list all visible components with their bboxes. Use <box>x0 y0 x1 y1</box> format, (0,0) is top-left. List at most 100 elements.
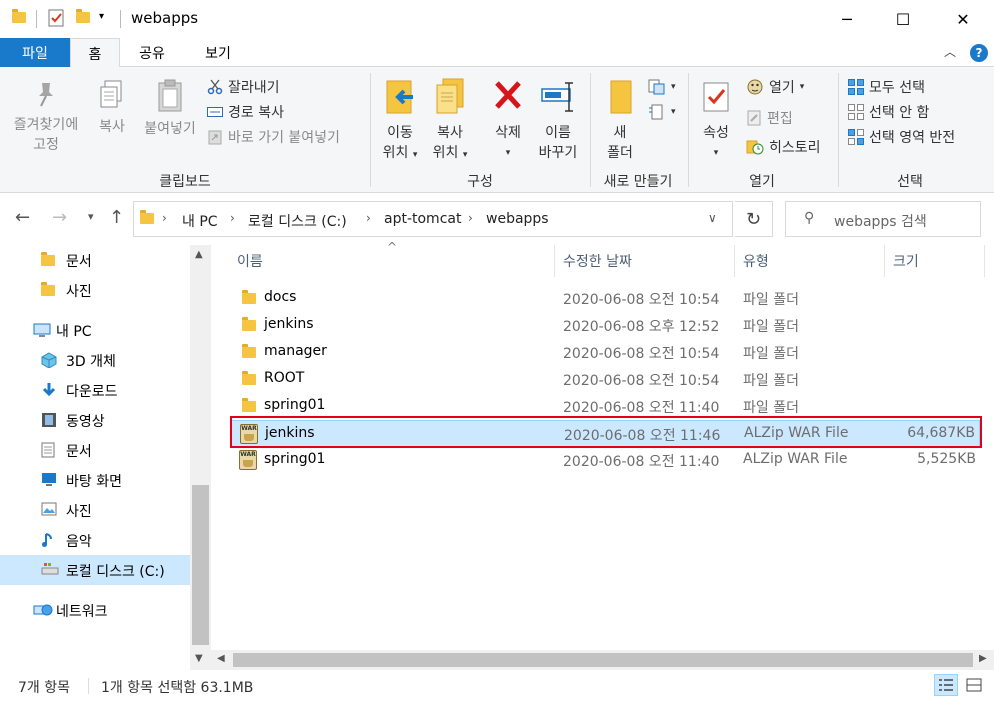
open-button[interactable]: 열기 ▾ <box>746 75 804 99</box>
nav-item-label: 음악 <box>66 534 92 550</box>
large-icons-view-icon[interactable] <box>962 674 986 696</box>
history-button[interactable]: 히스토리 <box>746 135 821 159</box>
scroll-down-icon[interactable]: ▼ <box>195 653 203 664</box>
refresh-icon[interactable]: ↻ <box>735 201 773 237</box>
help-button[interactable]: ? <box>970 44 988 62</box>
rename-button[interactable]: 이름 바꾸기 <box>534 77 582 163</box>
nav-item[interactable]: 음악 <box>0 525 190 555</box>
tab-file[interactable]: 파일 <box>0 38 70 67</box>
edit-button[interactable]: 편집 <box>746 106 793 130</box>
divider <box>88 678 89 694</box>
nav-item[interactable]: 바탕 화면 <box>0 465 190 495</box>
horizontal-scrollbar-thumb[interactable] <box>233 653 973 667</box>
pin-to-quick-access-button[interactable]: 즐겨찾기에 고정 <box>6 79 86 155</box>
properties-quick-access-icon[interactable] <box>48 9 64 31</box>
scroll-right-icon[interactable]: ▶ <box>979 653 987 664</box>
divider[interactable] <box>734 245 735 277</box>
file-row[interactable]: WAR spring01 2020-06-08 오전 11:40 ALZip WAR … <box>230 447 980 474</box>
status-item-count: 7개 항목 <box>18 680 70 696</box>
select-none-button[interactable]: 선택 안 함 <box>848 100 929 124</box>
properties-button[interactable]: 속성 ▾ <box>696 77 736 163</box>
nav-item[interactable]: 사진 <box>0 495 190 525</box>
nav-item[interactable]: 로컬 디스크 (C:) <box>0 555 190 585</box>
tab-view[interactable]: 보기 <box>184 38 252 67</box>
search-input[interactable]: ⚲ webapps 검색 <box>785 201 981 237</box>
nav-item[interactable]: 문서 <box>0 435 190 465</box>
customize-quick-access-icon[interactable]: ▾ <box>99 11 104 22</box>
delete-x-icon <box>495 81 521 109</box>
chevron-up-icon[interactable]: ︿ <box>944 43 956 60</box>
recent-locations-icon[interactable]: ▾ <box>88 210 94 223</box>
scissors-icon <box>207 79 223 95</box>
chevron-right-icon[interactable]: › <box>162 211 167 225</box>
breadcrumb-apt-tomcat[interactable]: apt-tomcat <box>384 211 461 227</box>
nav-item[interactable]: 동영상 <box>0 405 190 435</box>
paste-shortcut-button[interactable]: 바로 가기 붙여넣기 <box>207 125 340 149</box>
file-modified: 2020-06-08 오전 11:40 <box>563 454 720 470</box>
nav-scrollbar-thumb[interactable] <box>192 485 209 645</box>
move-to-button[interactable]: 이동 위치 ▾ <box>378 77 422 165</box>
copy-to-button[interactable]: 복사 위치 ▾ <box>428 77 472 165</box>
divider[interactable] <box>884 245 885 277</box>
select-all-button[interactable]: 모두 선택 <box>848 75 925 99</box>
file-type: 파일 폴더 <box>743 292 799 308</box>
column-header-type[interactable]: 유형 <box>743 245 769 277</box>
scroll-left-icon[interactable]: ◀ <box>217 653 225 664</box>
file-row[interactable]: manager 2020-06-08 오전 10:54 파일 폴더 <box>230 339 980 366</box>
pin-label-line2: 고정 <box>33 137 59 153</box>
file-row[interactable]: docs 2020-06-08 오전 10:54 파일 폴더 <box>230 285 980 312</box>
new-folder-quick-access-icon[interactable] <box>76 9 90 23</box>
maximize-button[interactable]: ☐ <box>880 0 926 38</box>
forward-arrow-icon[interactable]: → <box>52 207 67 228</box>
nav-item[interactable]: 내 PC <box>0 315 190 345</box>
nav-item[interactable]: 네트워크 <box>0 595 190 625</box>
file-row[interactable]: spring01 2020-06-08 오전 11:40 파일 폴더 <box>230 393 980 420</box>
cut-button[interactable]: 잘라내기 <box>207 75 280 99</box>
close-button[interactable]: ✕ <box>940 0 986 38</box>
chevron-right-icon[interactable]: › <box>468 211 473 225</box>
nav-item[interactable]: 3D 개체 <box>0 345 190 375</box>
nav-item[interactable]: 문서 <box>0 245 190 275</box>
address-bar[interactable]: › 내 PC › 로컬 디스크 (C:) › apt-tomcat › weba… <box>133 201 733 237</box>
divider[interactable] <box>984 245 985 277</box>
file-row[interactable]: WAR jenkins 2020-06-08 오전 11:46 ALZip WAR F… <box>230 420 980 447</box>
copy-button[interactable]: 복사 <box>90 79 134 137</box>
divider[interactable] <box>554 245 555 277</box>
nav-item[interactable]: 사진 <box>0 275 190 305</box>
nav-item[interactable]: 다운로드 <box>0 375 190 405</box>
nav-item-label: 3D 개체 <box>66 354 116 370</box>
up-arrow-icon[interactable]: ↑ <box>109 207 124 228</box>
easy-access-button[interactable]: ▾ <box>648 100 676 124</box>
new-item-button[interactable]: ▾ <box>648 75 676 99</box>
tab-home[interactable]: 홈 <box>70 38 120 68</box>
new-folder-button[interactable]: 새 폴더 <box>598 77 642 163</box>
scroll-up-icon[interactable]: ▲ <box>195 249 203 260</box>
folder-icon <box>242 317 256 331</box>
tab-share[interactable]: 공유 <box>120 38 184 67</box>
chevron-right-icon[interactable]: › <box>230 211 235 225</box>
breadcrumb-this-pc[interactable]: 내 PC <box>182 211 218 231</box>
minimize-button[interactable]: ─ <box>824 0 870 38</box>
move-to-icon <box>386 80 413 114</box>
delete-button[interactable]: 삭제 ▾ <box>486 77 530 163</box>
group-label-organize: 구성 <box>467 174 493 190</box>
chevron-down-icon[interactable]: ∨ <box>708 211 717 225</box>
chevron-right-icon[interactable]: › <box>366 211 371 225</box>
breadcrumb-local-disk[interactable]: 로컬 디스크 (C:) <box>248 211 347 231</box>
pin-label-line1: 즐겨찾기에 <box>13 117 79 133</box>
file-size: 5,525KB <box>917 451 976 467</box>
column-header-name[interactable]: 이름 <box>237 245 263 277</box>
file-row[interactable]: ROOT 2020-06-08 오전 10:54 파일 폴더 <box>230 366 980 393</box>
back-arrow-icon[interactable]: ← <box>15 207 30 228</box>
column-header-modified[interactable]: 수정한 날짜 <box>563 245 632 277</box>
nav-scrollbar[interactable]: ▲ ▼ <box>190 245 211 670</box>
rename-label-line2: 바꾸기 <box>538 145 578 161</box>
details-view-icon[interactable] <box>934 674 958 696</box>
paste-button[interactable]: 붙여넣기 <box>138 79 202 139</box>
copy-path-button[interactable]: 경로 복사 <box>207 100 284 124</box>
column-header-size[interactable]: 크기 <box>893 245 919 277</box>
file-row[interactable]: jenkins 2020-06-08 오후 12:52 파일 폴더 <box>230 312 980 339</box>
invert-selection-button[interactable]: 선택 영역 반전 <box>848 125 955 149</box>
breadcrumb-webapps[interactable]: webapps <box>486 211 549 227</box>
horizontal-scrollbar[interactable]: ◀ ▶ <box>211 650 994 670</box>
